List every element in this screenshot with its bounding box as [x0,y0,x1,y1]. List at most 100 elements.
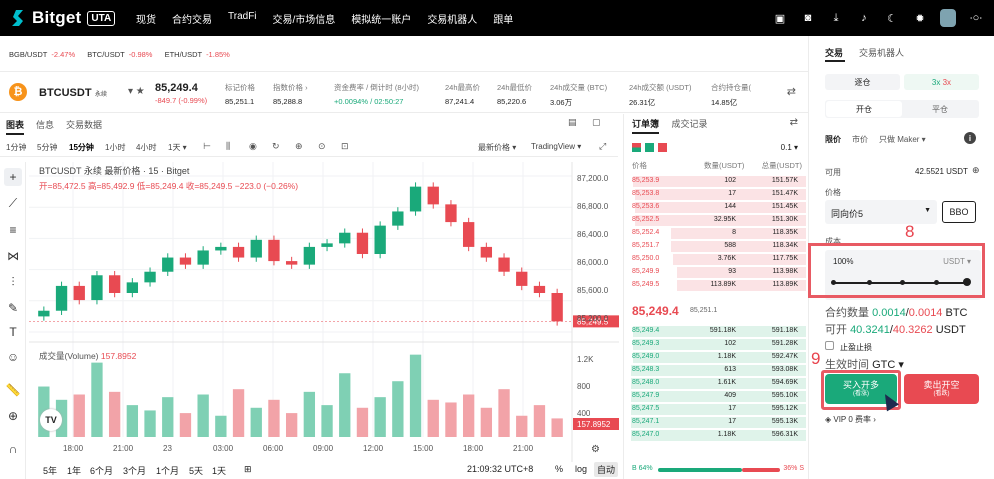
nav-trading-bots[interactable]: 交易机器人 [427,11,477,26]
fullscreen-icon[interactable]: ▢ [592,117,601,128]
bid-row[interactable]: 85,247.1 17 595.13K [624,416,806,428]
order-type-market[interactable]: 市价 [852,134,868,145]
log-toggle[interactable]: log [575,464,587,474]
order-type-maker-only[interactable]: 只做 Maker ▾ [879,134,926,145]
bid-row[interactable]: 85,248.3 613 593.08K [624,364,806,376]
price-input[interactable]: 同向价5 ▼ [825,200,937,224]
tpsl-checkbox[interactable] [825,341,834,350]
theme-moon-icon[interactable]: ☾ [884,9,900,27]
magnet-icon[interactable]: ∩ [4,440,22,458]
orderbook-swap-icon[interactable]: ⇄ [790,117,798,128]
user-avatar[interactable] [940,9,956,27]
brand-logo[interactable]: Bitget UTA [9,8,116,28]
bid-row[interactable]: 85,249.3 102 591.28K [624,338,806,350]
emoji-icon[interactable]: ☺ [4,348,22,366]
price-source-dropdown[interactable]: 最新价格 ▾ [478,142,516,153]
vip-fee-link[interactable]: ◈ VIP 0 费率 › [825,414,876,425]
ask-row[interactable]: 85,249.5 113.89K 113.89K [624,279,806,291]
range-5y[interactable]: 5年 [43,464,57,477]
view-bids-icon[interactable] [645,143,654,152]
fib-icon[interactable]: ≡ [4,221,22,239]
layout-icon[interactable]: ▤ [568,117,577,128]
auto-scale-toggle[interactable]: 自动 [594,462,619,477]
nav-market-info[interactable]: 交易/市场信息 [273,11,336,26]
tab-trading-data[interactable]: 交易数据 [66,118,102,131]
bid-row[interactable]: 85,247.5 17 595.12K [624,403,806,415]
ticker-pair[interactable]: BGB/USDT [9,50,47,59]
download-icon[interactable]: ⤓ [828,9,844,27]
info-icon[interactable]: i [964,132,976,144]
candle-icon[interactable]: ⫼ [226,141,230,152]
bid-row[interactable]: 85,247.9 409 595.10K [624,390,806,402]
calendar-icon[interactable]: ⊞ [244,464,252,475]
compare-icon[interactable]: ⊙ [318,141,326,152]
interval-1d[interactable]: 1天 ▾ [168,142,187,153]
bid-row[interactable]: 85,247.0 1.18K 596.31K [624,429,806,441]
bid-row[interactable]: 85,248.0 1.61K 594.69K [624,377,806,389]
range-1d[interactable]: 1天 [212,464,226,477]
ask-row[interactable]: 85,253.6 144 151.45K [624,201,806,213]
open-position-tab[interactable]: 开仓 [826,101,902,117]
brush-icon[interactable]: ✎ [4,299,22,317]
pair-selector[interactable]: BTCUSDT [39,87,92,99]
nav-copy-trading[interactable]: 跟单 [493,11,513,26]
measure-icon[interactable]: ⫶ [4,273,22,291]
tab-orderbook[interactable]: 订单簿 [632,119,660,134]
interval-15m[interactable]: 15分钟 [69,142,94,153]
apps-dots-icon[interactable]: ∙○∙ [968,9,984,27]
order-type-limit[interactable]: 限价 [825,134,841,145]
price-chart[interactable]: 85,249.5 157.8952 87,200.0 86,800.0 86,400.0… [29,162,619,462]
ask-row[interactable]: 85,253.9 102 151.57K [624,175,806,187]
ask-row[interactable]: 85,251.7 588 118.34K [624,240,806,252]
bar-style-icon[interactable]: ⊢ [203,141,211,152]
ask-row[interactable]: 85,253.8 17 151.47K [624,188,806,200]
assets-icon[interactable]: ▣ [772,9,788,27]
range-6m[interactable]: 6个月 [90,464,113,477]
settings-gear-icon[interactable]: ✹ [912,9,928,27]
precision-dropdown[interactable]: 0.1 ▾ [781,143,798,152]
pattern-icon[interactable]: ⋈ [4,247,22,265]
bid-row[interactable]: 85,249.0 1.18K 592.47K [624,351,806,363]
tab-trading-bot[interactable]: 交易机器人 [859,46,904,59]
view-asks-icon[interactable] [658,143,667,152]
camera-icon[interactable]: ◉ [249,141,257,152]
nav-futures[interactable]: 合约交易 [172,11,212,26]
swap-arrows-icon[interactable]: ⇄ [787,85,796,98]
zoom-icon[interactable]: ⊕ [4,407,22,425]
replay-icon[interactable]: ↻ [272,141,280,152]
tab-trades[interactable]: 成交记录 [672,119,708,129]
interval-1h[interactable]: 1小时 [105,142,125,153]
chart-svg[interactable]: 85,249.5157.895287,200.086,800.086,400.0… [29,162,619,462]
templates-icon[interactable]: ⊡ [341,141,349,152]
range-3m[interactable]: 3个月 [123,464,146,477]
close-position-tab[interactable]: 平仓 [902,101,978,117]
ask-row[interactable]: 85,252.5 32.95K 151.30K [624,214,806,226]
crosshair-icon[interactable]: + [4,168,22,186]
bid-row[interactable]: 85,249.4 591.18K 591.18K [624,325,806,337]
range-5d[interactable]: 5天 [189,464,203,477]
sell-short-button[interactable]: 卖出开空 (看跌) [904,374,979,404]
margin-mode-button[interactable]: 逐仓 [825,74,900,90]
favorite-star-icon[interactable]: ▾ ★ [128,86,145,97]
ticker-pair[interactable]: ETH/USDT [165,50,203,59]
nav-tradfi[interactable]: TradFi [228,11,257,26]
nav-demo-account[interactable]: 模拟统一账户 [351,11,411,26]
ticker-pair[interactable]: BTC/USDT [87,50,125,59]
expand-icon[interactable]: ⤢ [599,141,606,152]
tab-info[interactable]: 信息 [36,118,54,131]
ask-row[interactable]: 85,249.9 93 113.98K [624,266,806,278]
percent-toggle[interactable]: % [555,464,563,474]
stat-index-price[interactable]: 指数价格 › 85,288.8 [273,82,308,106]
bbo-button[interactable]: BBO [942,201,976,223]
nav-spot[interactable]: 现货 [136,11,156,26]
range-1y[interactable]: 1年 [67,464,81,477]
trendline-icon[interactable]: ⟋ [4,194,22,212]
interval-1m[interactable]: 1分钟 [6,142,26,153]
range-1m[interactable]: 1个月 [156,464,179,477]
tab-chart[interactable]: 图表 [6,118,25,135]
view-both-icon[interactable] [632,143,641,152]
ask-row[interactable]: 85,250.0 3.76K 117.75K [624,253,806,265]
ruler-icon[interactable]: 📏 [4,381,22,399]
text-tool-icon[interactable]: T [4,323,22,341]
interval-4h[interactable]: 4小时 [136,142,156,153]
